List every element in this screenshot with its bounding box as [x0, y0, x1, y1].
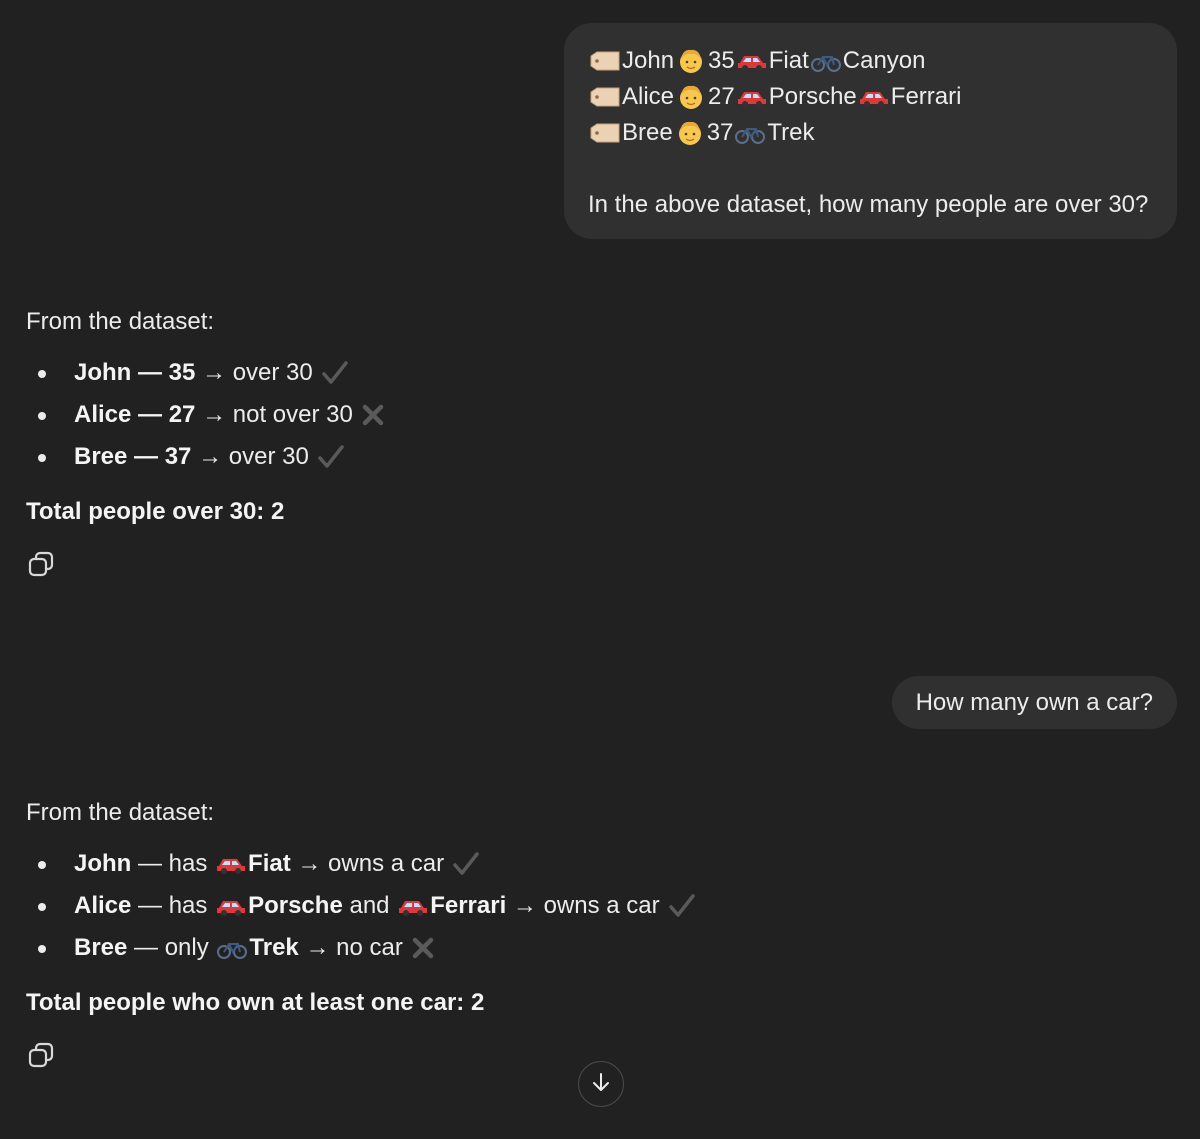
answer-list: John — has Fiat → owns a car Alice — has… [26, 843, 1026, 969]
copy-button[interactable] [26, 1042, 56, 1072]
person-name-bold: Alice [74, 892, 132, 919]
vehicle-name: Ferrari [890, 83, 962, 110]
vehicle-name-bold: Ferrari [430, 892, 507, 919]
arrow-down-icon [590, 1071, 612, 1098]
list-text: — has [131, 850, 215, 877]
user-question: How many own a car? [915, 689, 1153, 716]
answer-intro: From the dataset: [26, 308, 215, 335]
list-item: John — 35 → over 30 [26, 352, 1026, 394]
answer-intro: From the dataset: [26, 799, 215, 826]
answer-total: Total people over 30: 2 [26, 498, 285, 525]
person-name-bold: Bree [74, 934, 128, 961]
copy-icon [28, 1042, 54, 1073]
cross-icon [411, 936, 435, 960]
check-icon [668, 893, 696, 919]
person-name: Alice [622, 83, 675, 110]
vehicle-name-bold: Trek [249, 934, 299, 961]
red-car-icon [396, 894, 430, 918]
dataset-row: Alice 27 Porsche Ferrari [588, 79, 1153, 115]
person-age: 35 [708, 47, 735, 74]
dataset-row: Bree 37 Trek [588, 115, 1153, 151]
person-age: 37 [706, 119, 734, 146]
vehicle-name: Canyon [842, 47, 926, 74]
assistant-message: From the dataset: John — has Fiat → owns… [26, 795, 1026, 1023]
result-text: → over 30 [191, 443, 309, 470]
vehicle-name: Porsche [768, 83, 857, 110]
list-text: → owns a car [506, 892, 660, 919]
scroll-to-bottom-button[interactable] [578, 1061, 624, 1107]
answer-list: John — 35 → over 30 Alice — 27 → not ove… [26, 352, 1026, 478]
bicycle-icon [215, 936, 249, 960]
user-message-bubble: John 35 Fiat Canyon Alice 27 Porsche Fer… [564, 23, 1177, 239]
list-text: → owns a car [290, 850, 445, 877]
result-text: → not over 30 [195, 401, 353, 428]
red-car-icon [214, 852, 248, 876]
person-face-icon [674, 83, 708, 111]
list-item: Bree — 37 → over 30 [26, 436, 1026, 478]
person-age-bold: Bree — 37 [74, 443, 192, 470]
copy-button[interactable] [26, 551, 56, 581]
list-item: Alice — has Porsche and Ferrari → owns a… [26, 885, 1026, 927]
vehicle-name-bold: Porsche [248, 892, 343, 919]
dataset-row: John 35 Fiat Canyon [588, 43, 1153, 79]
label-tag-icon [588, 85, 622, 109]
bicycle-icon [809, 49, 843, 73]
list-item: Alice — 27 → not over 30 [26, 394, 1026, 436]
person-name-bold: John [74, 850, 132, 877]
cross-icon [361, 403, 385, 427]
person-age: 27 [708, 83, 735, 110]
vehicle-name: Trek [767, 119, 815, 146]
red-car-icon [735, 85, 769, 109]
list-item: Bree — only Trek → no car [26, 927, 1026, 969]
person-age-bold: John — 35 [74, 359, 196, 386]
vehicle-name-bold: Fiat [248, 850, 291, 877]
copy-icon [28, 551, 54, 582]
check-icon [317, 444, 345, 470]
person-name: John [622, 47, 675, 74]
person-face-icon [674, 47, 708, 75]
red-car-icon [735, 49, 769, 73]
list-text: and [342, 892, 397, 919]
person-face-icon [673, 119, 707, 147]
vehicle-name: Fiat [768, 47, 809, 74]
bicycle-icon [733, 121, 767, 145]
label-tag-icon [588, 49, 622, 73]
user-question: In the above dataset, how many people ar… [588, 191, 1149, 218]
assistant-message: From the dataset: John — 35 → over 30 Al… [26, 304, 1026, 532]
label-tag-icon [588, 121, 622, 145]
user-message-bubble: How many own a car? [891, 676, 1177, 729]
list-item: John — has Fiat → owns a car [26, 843, 1026, 885]
red-car-icon [214, 894, 248, 918]
check-icon [321, 360, 349, 386]
answer-total: Total people who own at least one car: 2 [26, 989, 485, 1016]
person-name: Bree [622, 119, 673, 146]
red-car-icon [857, 85, 891, 109]
list-text: — only [127, 934, 216, 961]
list-text: — has [131, 892, 215, 919]
list-text: → no car [298, 934, 403, 961]
result-text: → over 30 [195, 359, 313, 386]
person-age-bold: Alice — 27 [74, 401, 196, 428]
check-icon [452, 851, 480, 877]
